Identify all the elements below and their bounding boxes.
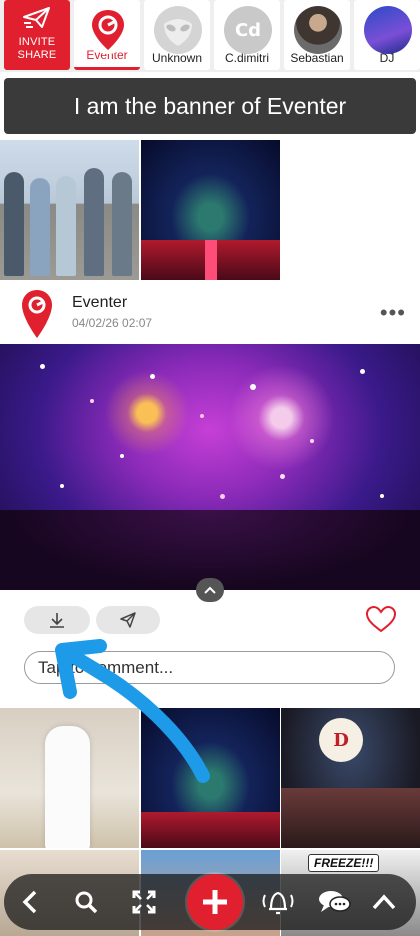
- post-author[interactable]: Eventer: [72, 294, 127, 312]
- bride-photo-tile[interactable]: [0, 708, 139, 848]
- post-timestamp: 04/02/26 02:07: [72, 316, 153, 330]
- invite-share-button[interactable]: INVITE SHARE: [4, 0, 70, 70]
- chevron-up-icon: [204, 586, 216, 594]
- story-cdimitri[interactable]: Cd C.dimitri: [214, 0, 280, 70]
- eventer-pin-icon: [92, 10, 124, 50]
- story-dj[interactable]: DJ: [354, 0, 420, 70]
- send-icon: [120, 612, 136, 628]
- post-header: Eventer 04/02/26 02:07 •••: [0, 284, 420, 344]
- story-eventer[interactable]: Eventer: [74, 0, 140, 70]
- chat-button[interactable]: [314, 884, 354, 920]
- bottom-toolbar: [4, 874, 416, 930]
- search-icon: [75, 891, 98, 914]
- freeze-sign: FREEZE!!!: [308, 854, 380, 872]
- post-actions: Tap to comment...: [0, 596, 420, 706]
- download-button[interactable]: [24, 606, 90, 634]
- alien-icon: [164, 19, 192, 46]
- chat-icon: [319, 891, 351, 912]
- search-button[interactable]: [68, 884, 104, 920]
- group-photo-tile[interactable]: [0, 140, 139, 280]
- add-post-button[interactable]: [187, 874, 243, 930]
- event-banner[interactable]: I am the banner of Eventer: [4, 78, 416, 134]
- post-photo[interactable]: [0, 344, 420, 590]
- chevron-up-icon: [372, 894, 396, 910]
- collapse-button[interactable]: [196, 578, 224, 602]
- comment-input[interactable]: Tap to comment...: [24, 651, 395, 684]
- balloon-letter: D: [319, 718, 363, 762]
- eventer-logo-avatar: [84, 6, 132, 54]
- eventer-pin-icon: [22, 290, 52, 338]
- share-button[interactable]: [96, 606, 160, 634]
- party-photo-tile[interactable]: D: [281, 708, 420, 848]
- story-strip: INVITE SHARE Eventer Unknown Cd C.dimitr…: [0, 0, 420, 72]
- user-photo-avatar: [294, 6, 342, 54]
- share-label: SHARE: [17, 49, 57, 61]
- invite-label: INVITE: [18, 36, 56, 48]
- expand-button[interactable]: [126, 884, 162, 920]
- expand-icon: [132, 890, 156, 914]
- alien-avatar: [154, 6, 202, 54]
- send-plane-icon: [23, 7, 50, 28]
- user-photo-avatar: [364, 6, 412, 54]
- concert-photo-tile[interactable]: [141, 708, 280, 848]
- add-icon: [203, 890, 227, 914]
- more-dots-icon[interactable]: •••: [380, 300, 406, 326]
- initials-avatar: Cd: [224, 6, 272, 54]
- heart-icon[interactable]: [364, 604, 398, 634]
- story-unknown[interactable]: Unknown: [144, 0, 210, 70]
- bell-icon: [262, 891, 294, 915]
- back-icon: [22, 890, 37, 914]
- concert-photo-tile[interactable]: [141, 140, 280, 280]
- back-button[interactable]: [12, 884, 48, 920]
- notifications-button[interactable]: [258, 884, 298, 920]
- scroll-up-button[interactable]: [366, 884, 402, 920]
- download-icon: [50, 613, 64, 628]
- story-sebastian[interactable]: Sebastian: [284, 0, 350, 70]
